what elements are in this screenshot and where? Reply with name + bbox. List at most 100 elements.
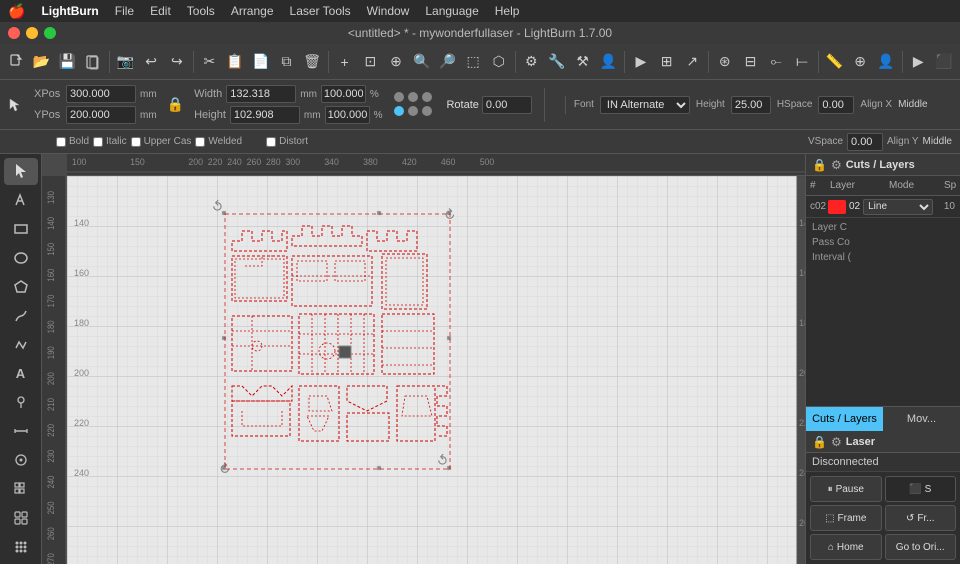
new-button[interactable] bbox=[4, 48, 28, 76]
preferences-button[interactable]: 🔧 bbox=[545, 48, 569, 76]
move-tab[interactable]: Mov... bbox=[883, 407, 960, 431]
align4-button[interactable]: ⟝ bbox=[790, 48, 814, 76]
select-tool-button[interactable] bbox=[4, 158, 38, 185]
copy-button[interactable]: 📋 bbox=[223, 48, 247, 76]
hspace-input[interactable] bbox=[818, 96, 854, 114]
menu-file[interactable]: File bbox=[115, 4, 134, 18]
delete-button[interactable]: 🗑 bbox=[300, 48, 324, 76]
frame2-button[interactable]: ↺ Fr... bbox=[885, 505, 957, 531]
lock-icon[interactable]: 🔒 bbox=[167, 96, 184, 113]
rectangle-tool-button[interactable] bbox=[4, 216, 38, 243]
zoom-out-button[interactable]: 🔎 bbox=[436, 48, 460, 76]
tools2-button[interactable]: ⚒ bbox=[571, 48, 595, 76]
layer-row-c02[interactable]: c02 02 Line Fill Offset Fill 10 bbox=[806, 196, 960, 218]
close-button[interactable] bbox=[8, 27, 20, 39]
array-button[interactable]: ⊞ bbox=[655, 48, 679, 76]
cuts-panel-lock-icon[interactable]: 🔒 bbox=[812, 158, 827, 172]
polygon-tool-button[interactable] bbox=[4, 273, 38, 300]
maximize-button[interactable] bbox=[44, 27, 56, 39]
menu-tools[interactable]: Tools bbox=[187, 4, 215, 18]
redo-button[interactable]: ↪ bbox=[165, 48, 189, 76]
work-canvas[interactable]: ↺ ↻ ↻ ↺ bbox=[67, 176, 805, 564]
save-button[interactable]: 💾 bbox=[55, 48, 79, 76]
layer-color-c02[interactable] bbox=[828, 200, 846, 214]
layer-mode-select-c02[interactable]: Line Fill Offset Fill bbox=[863, 199, 933, 215]
text-tool-button[interactable]: A bbox=[4, 360, 38, 387]
dot-mc[interactable] bbox=[408, 106, 418, 116]
rotate-input[interactable] bbox=[482, 96, 532, 114]
cut-button[interactable]: ✂ bbox=[198, 48, 222, 76]
dot-ml[interactable] bbox=[394, 106, 404, 116]
go-origin-button[interactable]: Go to Ori... bbox=[885, 534, 957, 560]
height-pct-input[interactable] bbox=[325, 106, 370, 124]
upper-checkbox[interactable] bbox=[131, 137, 141, 147]
zoom-fit-button[interactable]: ⊡ bbox=[358, 48, 382, 76]
width-pct-input[interactable] bbox=[321, 85, 366, 103]
apple-menu[interactable]: 🍎 bbox=[8, 3, 25, 20]
stop-button[interactable]: ⬛ S bbox=[885, 476, 957, 502]
clone-button[interactable]: ⧉ bbox=[275, 48, 299, 76]
home-button[interactable]: ⌂ Home bbox=[810, 534, 882, 560]
square-array-button[interactable] bbox=[4, 475, 38, 502]
menu-language[interactable]: Language bbox=[425, 4, 478, 18]
path-button[interactable]: ↗ bbox=[680, 48, 704, 76]
height-input[interactable] bbox=[230, 106, 300, 124]
dot-tl[interactable] bbox=[394, 92, 404, 102]
bold-checkbox[interactable] bbox=[56, 137, 66, 147]
user-button[interactable]: 👤 bbox=[597, 48, 621, 76]
output-button[interactable]: ⬡ bbox=[487, 48, 511, 76]
save-all-button[interactable] bbox=[81, 48, 105, 76]
circle-tool-button[interactable] bbox=[4, 447, 38, 474]
position-dot-grid[interactable] bbox=[394, 92, 434, 118]
group-button[interactable]: + bbox=[333, 48, 357, 76]
zoom-select-button[interactable]: ⊕ bbox=[384, 48, 408, 76]
align1-button[interactable]: ⊛ bbox=[713, 48, 737, 76]
apps-tool-button[interactable] bbox=[4, 533, 38, 560]
dot-tc[interactable] bbox=[408, 92, 418, 102]
zoom-in-button[interactable]: 🔍 bbox=[410, 48, 434, 76]
line-tool-button[interactable] bbox=[4, 302, 38, 329]
frame-select-button[interactable]: ⬚ bbox=[461, 48, 485, 76]
italic-checkbox[interactable] bbox=[93, 137, 103, 147]
ypos-input[interactable] bbox=[66, 106, 136, 124]
cuts-layers-tab[interactable]: Cuts / Layers bbox=[806, 407, 883, 431]
pause-button[interactable]: ⏸ Pause bbox=[810, 476, 882, 502]
cuts-panel-settings-icon[interactable]: ⚙ bbox=[831, 158, 842, 172]
minimize-button[interactable] bbox=[26, 27, 38, 39]
menu-laser-tools[interactable]: Laser Tools bbox=[290, 4, 351, 18]
xpos-input[interactable] bbox=[66, 85, 136, 103]
vspace-input[interactable] bbox=[847, 133, 883, 151]
align3-button[interactable]: ⟜ bbox=[764, 48, 788, 76]
paste-button[interactable]: 📄 bbox=[249, 48, 273, 76]
stop-button[interactable]: ⬛ bbox=[932, 48, 956, 76]
ellipse-tool-button[interactable] bbox=[4, 245, 38, 272]
laser-panel-settings-icon[interactable]: ⚙ bbox=[831, 435, 842, 449]
camera-button[interactable]: 📷 bbox=[114, 48, 138, 76]
welded-checkbox[interactable] bbox=[195, 137, 205, 147]
person-button[interactable]: 👤 bbox=[874, 48, 898, 76]
edit-nodes-button[interactable] bbox=[4, 187, 38, 214]
measure-button[interactable]: 📏 bbox=[823, 48, 847, 76]
menu-arrange[interactable]: Arrange bbox=[231, 4, 274, 18]
distort-checkbox[interactable] bbox=[266, 137, 276, 147]
menu-window[interactable]: Window bbox=[367, 4, 410, 18]
bezier-tool-button[interactable] bbox=[4, 331, 38, 358]
font-height-input[interactable] bbox=[731, 96, 771, 114]
layer-button[interactable]: ⊕ bbox=[848, 48, 872, 76]
ruler-tool-button[interactable] bbox=[4, 418, 38, 445]
laser-panel-lock-icon[interactable]: 🔒 bbox=[812, 435, 827, 449]
menu-help[interactable]: Help bbox=[495, 4, 520, 18]
frame-button[interactable]: ⬚ Frame bbox=[810, 505, 882, 531]
dot-mr[interactable] bbox=[422, 106, 432, 116]
font-select[interactable]: IN Alternate bbox=[600, 96, 690, 114]
pin-tool-button[interactable] bbox=[4, 389, 38, 416]
menu-edit[interactable]: Edit bbox=[150, 4, 171, 18]
send-button[interactable]: ▶ bbox=[629, 48, 653, 76]
align2-button[interactable]: ⊟ bbox=[739, 48, 763, 76]
honeycomb-tool-button[interactable] bbox=[4, 504, 38, 531]
width-input[interactable] bbox=[226, 85, 296, 103]
canvas-area[interactable]: 100 150 200 220 240 260 280 300 340 380 … bbox=[42, 154, 805, 564]
settings-button[interactable]: ⚙ bbox=[519, 48, 543, 76]
open-button[interactable]: 📂 bbox=[30, 48, 54, 76]
canvas-svg[interactable]: ↺ ↻ ↻ ↺ bbox=[67, 176, 805, 564]
